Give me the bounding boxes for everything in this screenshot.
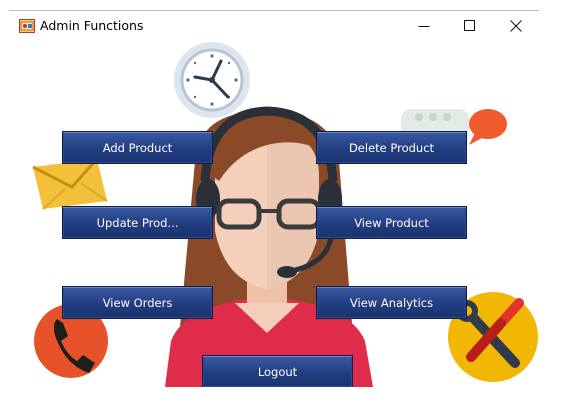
- view-analytics-button[interactable]: View Analytics: [316, 286, 467, 319]
- clock-icon: [174, 42, 250, 118]
- window-title: Admin Functions: [40, 18, 144, 33]
- envelope-icon: [32, 158, 108, 210]
- admin-functions-window: Admin Functions Add Product Delete Produ…: [9, 10, 539, 387]
- view-orders-button[interactable]: View Orders: [62, 286, 213, 319]
- app-window-icon: [19, 18, 35, 33]
- view-product-button[interactable]: View Product: [316, 206, 467, 239]
- title-bar[interactable]: Admin Functions: [9, 11, 539, 41]
- delete-product-button[interactable]: Delete Product: [316, 131, 467, 164]
- maximize-icon: [464, 20, 475, 31]
- maximize-button[interactable]: [447, 11, 493, 41]
- add-product-button[interactable]: Add Product: [62, 131, 213, 164]
- admin-panel: Add Product Delete Product Update Prod..…: [9, 41, 539, 387]
- close-icon: [510, 20, 522, 32]
- minimize-icon: [418, 26, 430, 27]
- update-product-button[interactable]: Update Prod...: [62, 206, 213, 239]
- logout-button[interactable]: Logout: [202, 355, 353, 387]
- minimize-button[interactable]: [401, 11, 447, 41]
- close-button[interactable]: [493, 11, 539, 41]
